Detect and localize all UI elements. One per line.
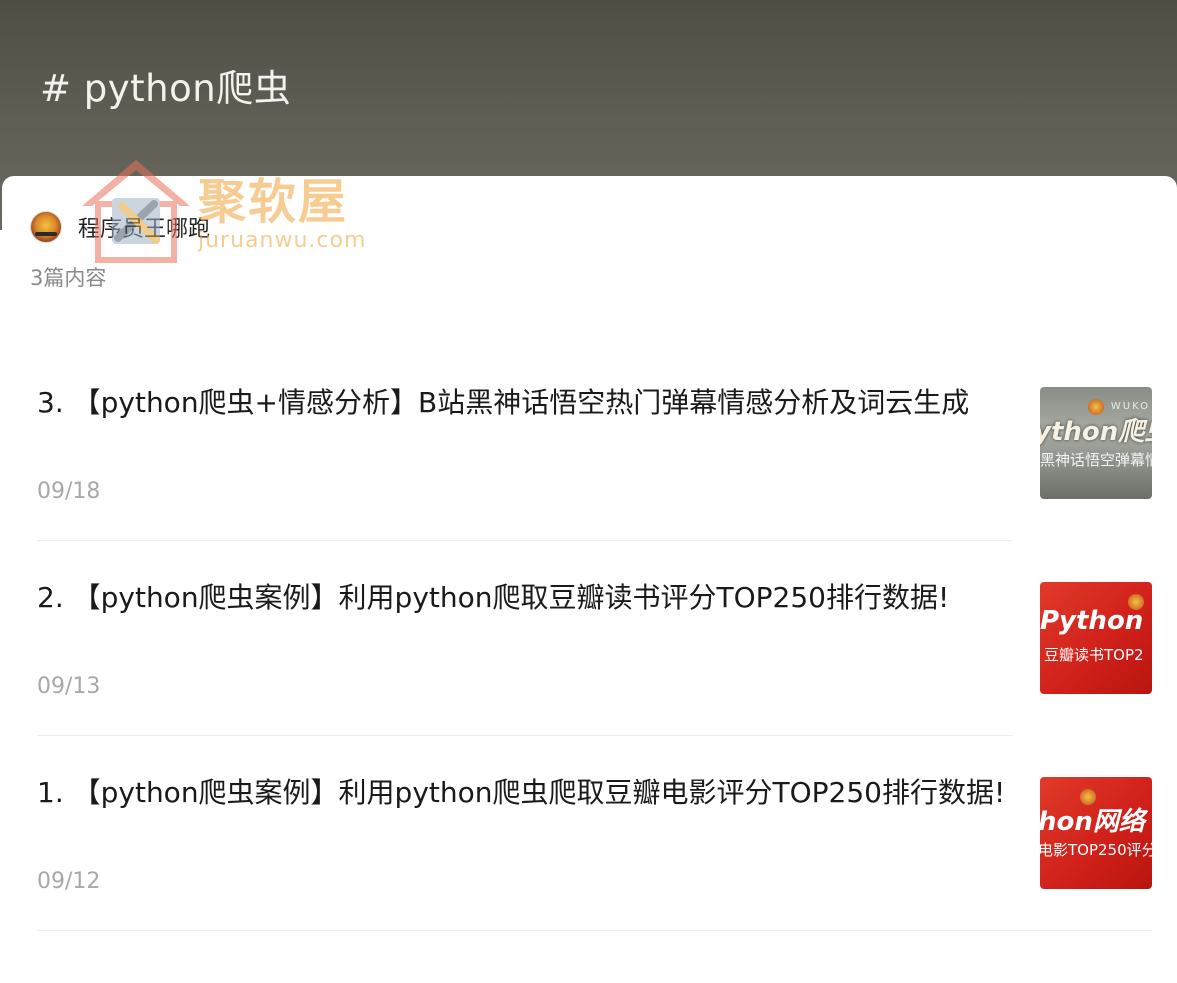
article-item[interactable]: 3. 【python爬虫+情感分析】B站黑神话悟空热门弹幕情感分析及词云生成 0… (37, 381, 1152, 576)
article-title[interactable]: 2. 【python爬虫案例】利用python爬取豆瓣读书评分TOP250排行数… (37, 576, 1017, 619)
avatar[interactable] (30, 211, 62, 243)
article-thumbnail[interactable]: Python 豆瓣读书TOP2 (1040, 582, 1152, 694)
topic-title: # python爬虫 (40, 67, 292, 110)
article-thumbnail[interactable]: hon网络 电影TOP250评分 (1040, 777, 1152, 889)
divider (37, 540, 1013, 541)
author-name[interactable]: 程序员王哪跑 (78, 211, 210, 243)
article-title[interactable]: 3. 【python爬虫+情感分析】B站黑神话悟空热门弹幕情感分析及词云生成 (37, 381, 1017, 424)
author-row[interactable]: 程序员王哪跑 (30, 210, 210, 244)
thumb-caption: 黑神话悟空弹幕情 (1040, 451, 1152, 469)
article-item[interactable]: 2. 【python爬虫案例】利用python爬取豆瓣读书评分TOP250排行数… (37, 576, 1152, 771)
thumb-headline: ython爬虫 (1040, 417, 1152, 447)
article-date: 09/12 (37, 869, 101, 894)
content-count: 3篇内容 (30, 266, 107, 290)
thumb-caption: 豆瓣读书TOP2 (1044, 646, 1144, 664)
article-title[interactable]: 1. 【python爬虫案例】利用python爬虫爬取豆瓣电影评分TOP250排… (37, 771, 1017, 814)
divider (37, 735, 1013, 736)
thumb-headline: Python (1040, 606, 1144, 636)
article-item[interactable]: 1. 【python爬虫案例】利用python爬虫爬取豆瓣电影评分TOP250排… (37, 771, 1152, 966)
article-thumbnail[interactable]: WUKO ython爬虫 黑神话悟空弹幕情 (1040, 387, 1152, 499)
thumb-caption: 电影TOP250评分 (1040, 841, 1152, 859)
thumb-headline: hon网络 (1040, 807, 1145, 837)
divider (37, 930, 1152, 931)
article-date: 09/13 (37, 674, 101, 699)
article-date: 09/18 (37, 479, 101, 504)
